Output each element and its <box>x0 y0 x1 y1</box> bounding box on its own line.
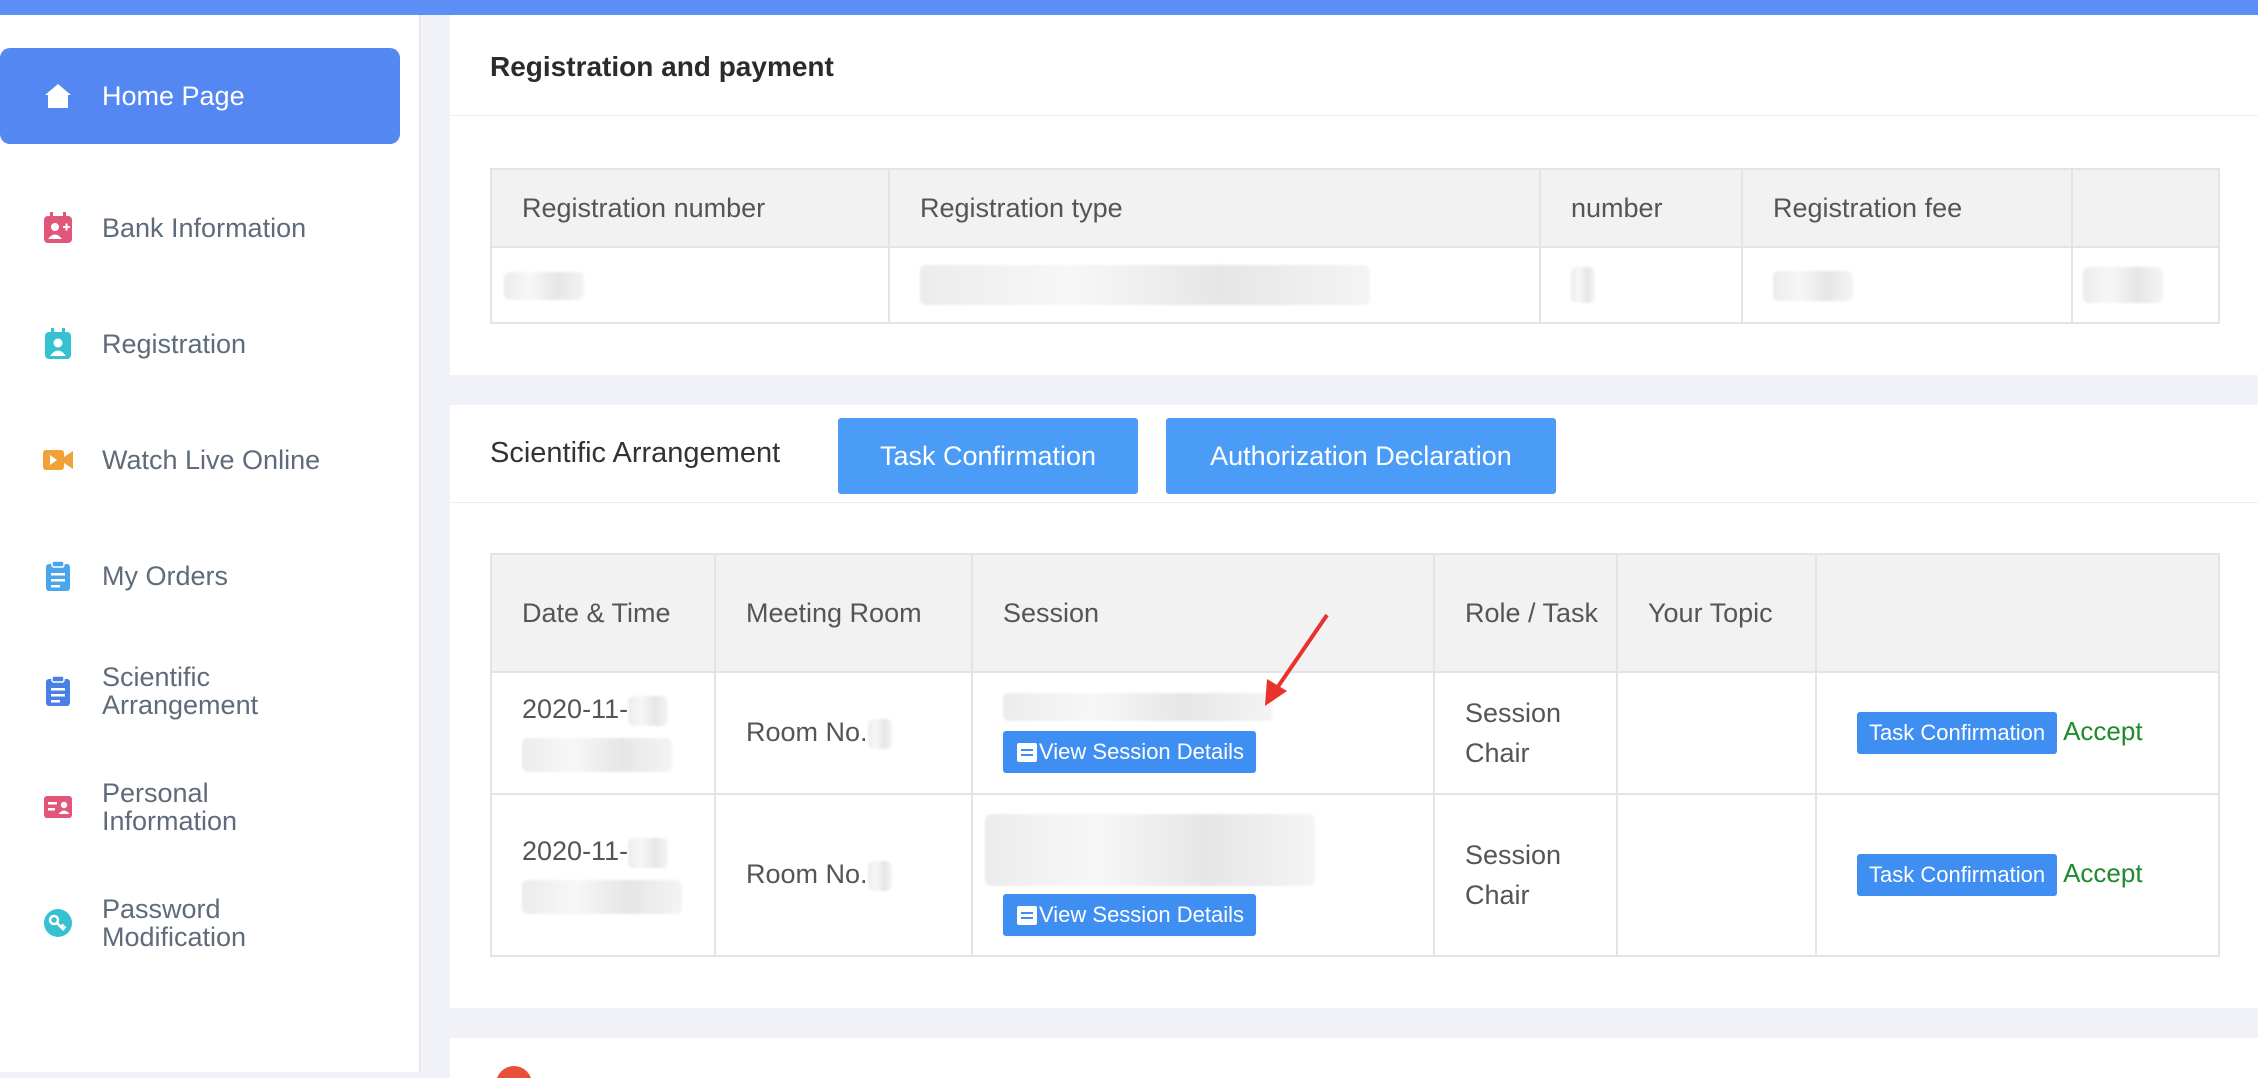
column-header: Your Topic <box>1616 553 1817 673</box>
calendar-icon <box>1017 906 1037 925</box>
column-header <box>1815 553 2220 673</box>
table-row: 2020-11- Room No. View Session Details S… <box>490 613 2220 795</box>
status-accept: Accept <box>2063 716 2143 746</box>
sidebar-item-label: Watch Live Online <box>102 445 321 475</box>
session-cell: View Session Details <box>971 793 1435 957</box>
redacted-cell <box>490 246 890 324</box>
date-text: 2020-11- <box>522 694 629 725</box>
redacted-cell <box>1741 246 2073 324</box>
table-row: 2020-11- Room No. View Session Details S… <box>490 793 2220 957</box>
session-cell: View Session Details <box>971 613 1435 795</box>
view-session-details-button[interactable]: View Session Details <box>1003 731 1257 773</box>
column-header: Registration type <box>888 168 1541 248</box>
topic-cell <box>1616 793 1817 957</box>
redacted-cell <box>1539 246 1743 324</box>
red-circle-icon <box>497 1066 531 1078</box>
scientific-title: Scientific Arrangement <box>490 437 781 469</box>
registration-title: Registration and payment <box>490 51 834 82</box>
redacted-cell <box>2071 246 2220 324</box>
view-session-details-button[interactable]: View Session Details <box>1003 894 1257 936</box>
clipboard-list-icon <box>42 675 74 707</box>
top-bar <box>0 0 2258 15</box>
registration-table: Registration number Registration type nu… <box>490 168 2220 324</box>
table-row <box>490 246 2220 324</box>
column-header: Session <box>971 553 1435 673</box>
redacted-cell <box>888 246 1541 324</box>
scientific-arrangement-card: Scientific Arrangement Task Confirmation… <box>450 405 2258 1008</box>
date-cell: 2020-11- <box>490 671 716 795</box>
sidebar-item-label: Scientific Arrangement <box>102 662 259 720</box>
sidebar-item-scientific-arrangement[interactable]: Scientific Arrangement <box>0 663 400 719</box>
registration-card: Registration and payment Registration nu… <box>450 15 2258 375</box>
column-header: Role / Task <box>1433 553 1618 673</box>
view-session-details-label: View Session Details <box>1039 739 1245 764</box>
date-cell: 2020-11- <box>490 793 716 957</box>
video-icon <box>42 444 74 476</box>
authorization-declaration-button[interactable]: Authorization Declaration <box>1166 418 1556 494</box>
sidebar-item-home[interactable]: Home Page <box>0 48 400 144</box>
column-header: Registration number <box>490 168 890 248</box>
sidebar-item-registration[interactable]: Registration <box>0 328 400 360</box>
room-cell: Room No. <box>714 671 973 795</box>
id-card-icon <box>42 791 74 823</box>
action-cell: Task Confirmation Accept <box>1815 671 2220 795</box>
calendar-icon <box>1017 743 1037 762</box>
column-header: Registration fee <box>1741 168 2073 248</box>
key-icon <box>42 907 74 939</box>
home-icon <box>42 80 74 112</box>
arrangement-table: Date & Time Meeting Room Session Role / … <box>490 553 2220 957</box>
column-header: Date & Time <box>490 553 716 673</box>
room-text: Room No. <box>746 859 868 890</box>
badge-icon <box>42 328 74 360</box>
role-cell: Session Chair <box>1433 671 1618 795</box>
column-header <box>2071 168 2220 248</box>
sidebar-item-personal-information[interactable]: Personal Information <box>0 779 400 835</box>
red-arrow-icon <box>1265 613 1329 706</box>
divider <box>450 115 2258 116</box>
next-card <box>450 1038 2258 1078</box>
sidebar-item-label: Personal Information <box>102 778 238 836</box>
sidebar-item-label: Home Page <box>102 81 245 111</box>
clipboard-icon <box>42 560 74 592</box>
divider <box>450 502 2258 503</box>
action-cell: Task Confirmation Accept <box>1815 793 2220 957</box>
status-accept: Accept <box>2063 858 2143 888</box>
task-confirmation-button[interactable]: Task Confirmation <box>838 418 1138 494</box>
view-session-details-label: View Session Details <box>1039 902 1245 927</box>
column-header: Meeting Room <box>714 553 973 673</box>
sidebar-item-label: Registration <box>102 329 247 359</box>
table-header-row: Date & Time Meeting Room Session Role / … <box>490 553 2220 673</box>
sidebar-item-label: Password Modification <box>102 894 247 952</box>
sidebar-item-label: My Orders <box>102 561 229 591</box>
date-text: 2020-11- <box>522 836 629 867</box>
row-task-confirmation-button[interactable]: Task Confirmation <box>1857 712 2058 754</box>
sidebar-item-bank-information[interactable]: Bank Information <box>0 212 400 244</box>
room-text: Room No. <box>746 717 868 748</box>
redacted-session-name <box>985 814 1315 886</box>
sidebar-item-label: Bank Information <box>102 213 307 243</box>
row-task-confirmation-button[interactable]: Task Confirmation <box>1857 854 2058 896</box>
redacted-session-name <box>1003 693 1273 721</box>
bank-user-icon <box>42 212 74 244</box>
sidebar-item-password-modification[interactable]: Password Modification <box>0 895 400 951</box>
column-header: number <box>1539 168 1743 248</box>
sidebar-item-my-orders[interactable]: My Orders <box>0 560 400 592</box>
role-cell: Session Chair <box>1433 793 1618 957</box>
topic-cell <box>1616 671 1817 795</box>
table-header-row: Registration number Registration type nu… <box>490 168 2220 248</box>
sidebar: Home Page Bank Information Registration … <box>0 15 421 1072</box>
sidebar-item-watch-live[interactable]: Watch Live Online <box>0 444 400 476</box>
room-cell: Room No. <box>714 793 973 957</box>
